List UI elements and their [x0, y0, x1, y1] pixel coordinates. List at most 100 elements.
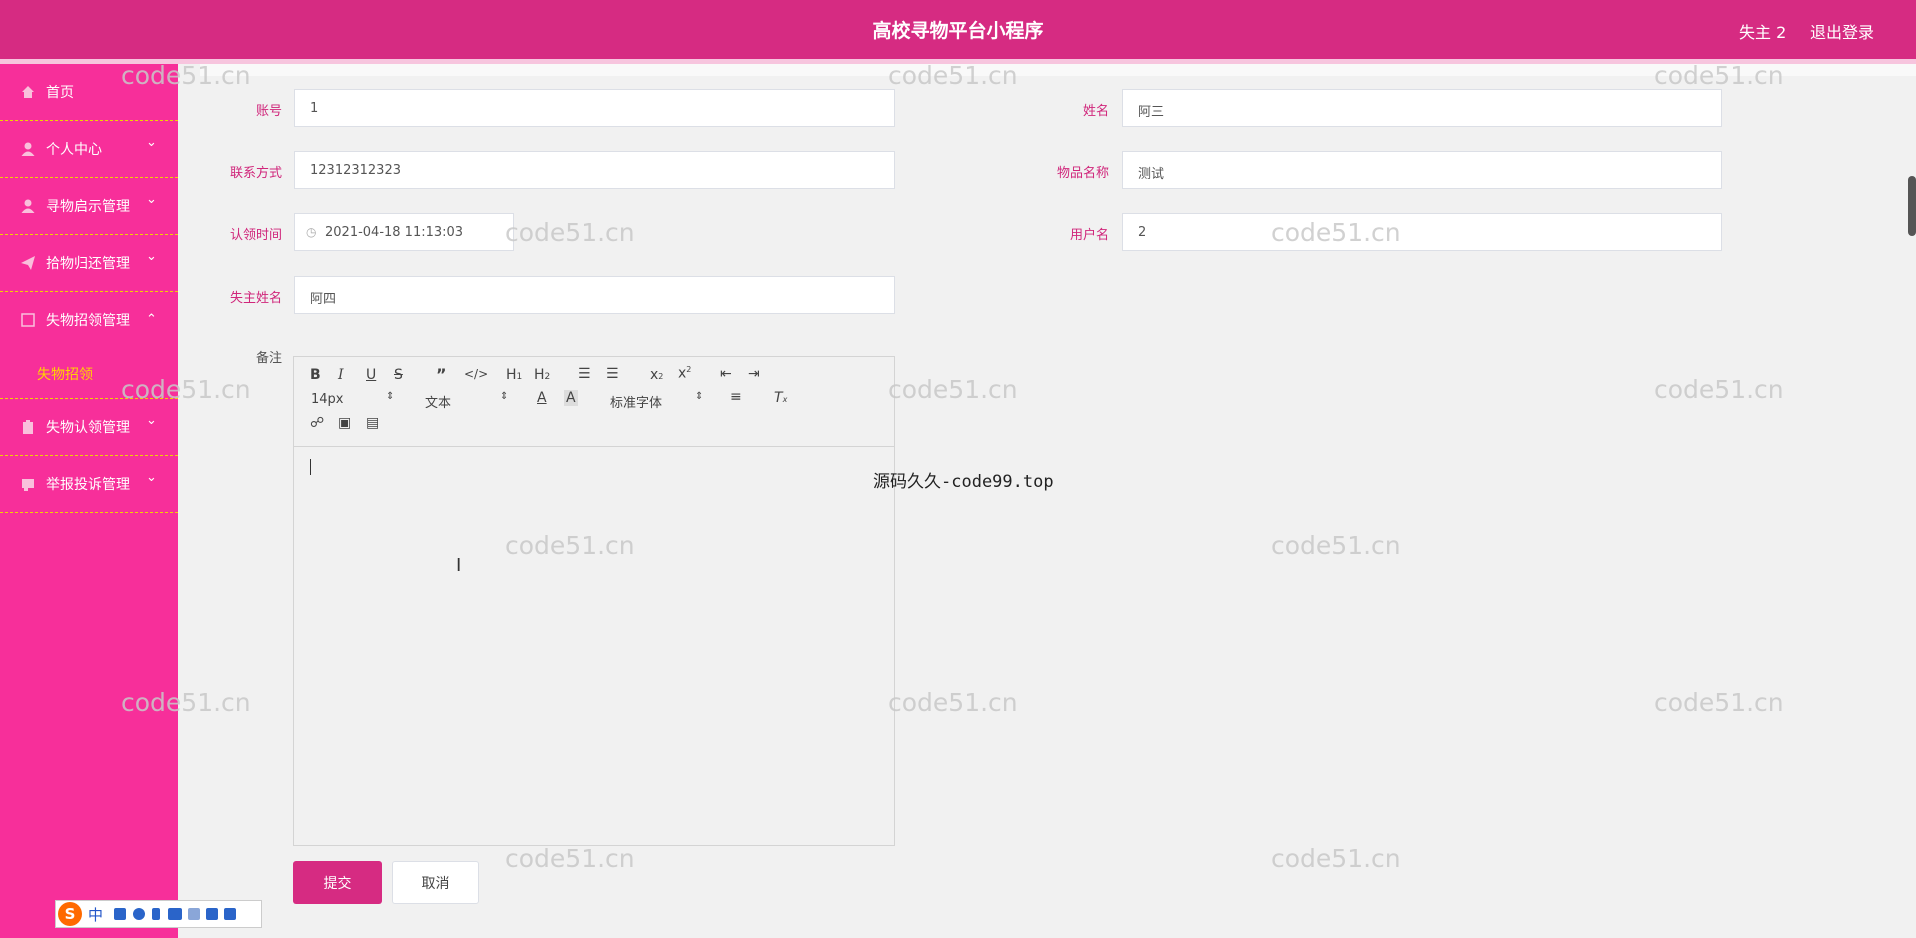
sidebar-item-label: 寻物启示管理 — [46, 199, 130, 215]
watermark: code51.cn — [888, 375, 1018, 404]
remark-label: 备注 — [255, 351, 282, 366]
sidebar-item-found[interactable]: 失物招领管理 ⌃ — [0, 292, 178, 348]
clear-format-icon[interactable]: Tx — [774, 390, 787, 406]
claim-time-label: 认领时间 — [229, 228, 282, 243]
sidebar-item-label: 拾物归还管理 — [46, 256, 130, 272]
top-bar: 高校寻物平台小程序 失主 2 退出登录 — [0, 0, 1916, 59]
claim-time-value: 2021-04-18 11:13:03 — [325, 225, 464, 240]
phone-field[interactable]: 12312312323 — [294, 151, 895, 189]
chevron-down-icon: ⌄ — [146, 249, 157, 264]
chevron-down-icon: ⌄ — [146, 135, 157, 150]
chevron-updown-icon: ⇕ — [500, 391, 509, 402]
chevron-updown-icon: ⇕ — [386, 391, 395, 402]
bold-icon[interactable]: B — [310, 367, 321, 383]
sogou-logo-icon: S — [58, 902, 82, 926]
watermark: code51.cn — [1654, 688, 1784, 717]
microphone-icon[interactable] — [152, 908, 160, 920]
wrench-icon[interactable] — [224, 908, 236, 920]
phone-label: 联系方式 — [229, 166, 282, 181]
watermark: code51.cn — [505, 844, 635, 873]
cancel-button[interactable]: 取消 — [392, 861, 479, 904]
superscript-icon[interactable]: x2 — [678, 365, 691, 382]
scrollbar[interactable] — [1908, 176, 1916, 236]
text-type-select[interactable]: 文本 — [425, 392, 451, 411]
watermark: code51.cn — [888, 61, 1018, 90]
square-icon — [21, 313, 35, 327]
sidebar: 首页 个人中心 ⌄ 寻物启示管理 ⌄ 拾物归还管理 ⌄ 失物招领管理 ⌃ 失物招… — [0, 64, 178, 938]
username-field[interactable]: 2 — [1122, 213, 1722, 251]
watermark: code51.cn — [121, 61, 251, 90]
bullet-list-icon[interactable]: ☰ — [606, 366, 619, 382]
skin-icon[interactable] — [206, 908, 218, 920]
watermark: code51.cn — [1271, 531, 1401, 560]
home-icon — [22, 86, 34, 98]
outdent-icon[interactable]: ⇤ — [720, 366, 732, 382]
submit-button[interactable]: 提交 — [293, 861, 382, 904]
item-name-field[interactable]: 测试 — [1122, 151, 1722, 189]
sidebar-item-return[interactable]: 拾物归还管理 ⌄ — [0, 235, 178, 292]
keyboard-icon[interactable] — [168, 908, 182, 920]
sidebar-item-lost-notice[interactable]: 寻物启示管理 ⌄ — [0, 178, 178, 235]
italic-icon[interactable]: I — [338, 367, 344, 383]
font-family-select[interactable]: 标准字体 — [610, 392, 662, 411]
watermark: code51.cn — [505, 218, 635, 247]
heading2-icon[interactable]: H2 — [534, 367, 550, 383]
item-name-label: 物品名称 — [1056, 166, 1109, 181]
ime-toolbar[interactable]: S 中 — [55, 900, 262, 928]
link-icon[interactable]: ☍ — [310, 415, 324, 431]
ordered-list-icon[interactable]: ☰ — [578, 366, 591, 382]
code-icon[interactable]: </> — [464, 367, 488, 381]
indent-icon[interactable]: ⇥ — [748, 366, 760, 382]
watermark: code51.cn — [1271, 844, 1401, 873]
username-label: 用户名 — [1069, 228, 1109, 243]
chevron-updown-icon: ⇕ — [695, 391, 704, 402]
image-icon[interactable]: ▣ — [338, 415, 351, 431]
account-label: 账号 — [255, 104, 282, 119]
app-title: 高校寻物平台小程序 — [872, 20, 1044, 42]
sidebar-item-report[interactable]: 举报投诉管理 ⌄ — [0, 456, 178, 513]
sidebar-item-profile[interactable]: 个人中心 ⌄ — [0, 121, 178, 178]
font-color-icon[interactable]: A — [537, 390, 547, 406]
subscript-icon[interactable]: x2 — [650, 367, 663, 383]
font-size-select[interactable]: 14px — [311, 392, 344, 407]
underline-icon[interactable]: U — [366, 367, 376, 383]
sidebar-subitem-label: 失物招领 — [37, 367, 93, 383]
claim-time-picker[interactable]: ◷ 2021-04-18 11:13:03 — [294, 213, 514, 251]
emoji-icon[interactable] — [133, 908, 145, 920]
owner-name-label: 失主姓名 — [229, 291, 282, 306]
punctuation-icon[interactable] — [114, 908, 126, 920]
user-icon — [21, 142, 35, 156]
ime-language-toggle[interactable]: 中 — [88, 904, 103, 925]
source-overlay-text: 源码久久-code99.top — [873, 472, 1054, 492]
sidebar-item-label: 首页 — [46, 85, 74, 101]
user-icon[interactable] — [188, 908, 200, 920]
remark-editor[interactable]: B I U S ” </> H1 H2 ☰ ☰ x2 x2 ⇤ ⇥ 14px ⇕… — [293, 356, 895, 846]
chevron-down-icon: ⌄ — [146, 470, 157, 485]
sidebar-item-label: 失物招领管理 — [46, 313, 130, 329]
video-icon[interactable]: ▤ — [366, 415, 379, 431]
strikethrough-icon[interactable]: S — [394, 367, 403, 383]
heading1-icon[interactable]: H1 — [506, 367, 522, 383]
blockquote-icon[interactable]: ” — [436, 365, 447, 384]
send-icon — [21, 256, 35, 270]
user-icon — [21, 199, 35, 213]
chevron-up-icon: ⌃ — [146, 312, 157, 327]
name-label: 姓名 — [1082, 104, 1109, 119]
clock-icon: ◷ — [306, 225, 317, 239]
name-field[interactable]: 阿三 — [1122, 89, 1722, 127]
align-icon[interactable]: ≡ — [730, 389, 742, 405]
watermark: code51.cn — [888, 688, 1018, 717]
logout-link[interactable]: 退出登录 — [1810, 19, 1874, 43]
watermark: code51.cn — [1654, 375, 1784, 404]
sidebar-item-claim[interactable]: 失物认领管理 ⌄ — [0, 399, 178, 456]
background-color-icon[interactable]: A — [564, 390, 578, 406]
sidebar-item-label: 失物认领管理 — [46, 420, 130, 436]
text-caret — [310, 459, 311, 475]
watermark: code51.cn — [1271, 218, 1401, 247]
owner-name-field[interactable]: 阿四 — [294, 276, 895, 314]
watermark: code51.cn — [121, 688, 251, 717]
watermark: code51.cn — [121, 375, 251, 404]
chevron-down-icon: ⌄ — [146, 413, 157, 428]
chevron-down-icon: ⌄ — [146, 192, 157, 207]
account-field[interactable]: 1 — [294, 89, 895, 127]
